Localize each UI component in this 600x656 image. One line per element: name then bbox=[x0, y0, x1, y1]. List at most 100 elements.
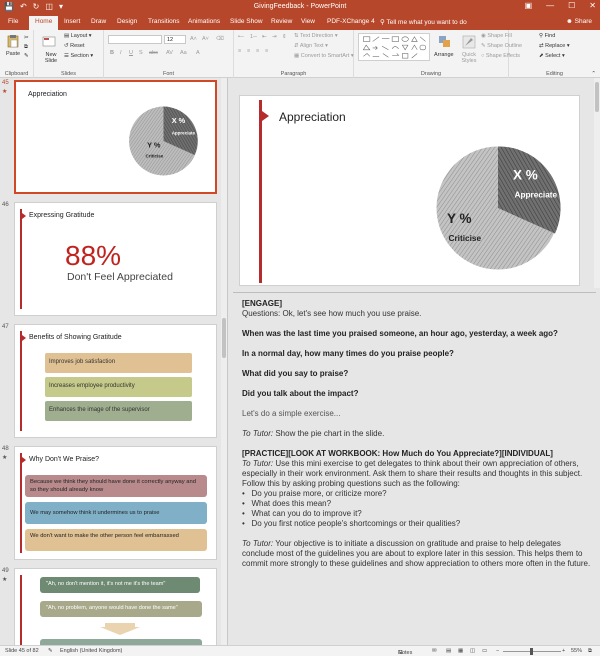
notes-bullet-text: Do you first notice people's shortcoming… bbox=[251, 519, 461, 528]
fit-to-window-icon[interactable]: ⧉ bbox=[588, 648, 592, 655]
align-text-button[interactable]: ⇵ Align Text ▾ bbox=[294, 43, 328, 49]
reading-view-icon[interactable]: ◫ bbox=[470, 648, 475, 654]
slide-title[interactable]: Appreciation bbox=[279, 110, 346, 124]
speaker-notes[interactable]: [ENGAGE] Questions: Ok, let's see how mu… bbox=[242, 299, 592, 639]
slide-thumbnail-47[interactable]: Benefits of Showing Gratitude Improves j… bbox=[14, 324, 217, 438]
tab-file[interactable]: File bbox=[8, 18, 18, 25]
shapes-gallery[interactable] bbox=[358, 33, 430, 61]
zoom-in-button[interactable]: + bbox=[562, 648, 565, 654]
tab-pdf-xchange[interactable]: PDF-XChange 4 bbox=[327, 18, 375, 25]
comments-icon[interactable]: ✉ bbox=[432, 648, 437, 654]
tab-draw[interactable]: Draw bbox=[91, 18, 106, 25]
thumbnail-scrollbar-thumb[interactable] bbox=[222, 318, 226, 358]
tab-home[interactable]: Home bbox=[29, 16, 59, 30]
align-center-icon[interactable]: ≡ bbox=[247, 48, 250, 54]
replace-button[interactable]: ⇄ Replace ▾ bbox=[539, 43, 570, 49]
shadow-icon[interactable]: S bbox=[139, 50, 143, 56]
red-accent-bar bbox=[259, 100, 262, 283]
quick-styles-icon[interactable] bbox=[462, 35, 476, 49]
underline-icon[interactable]: U bbox=[129, 50, 133, 56]
change-case-icon[interactable]: Aa bbox=[180, 50, 187, 56]
arrange-icon[interactable] bbox=[438, 35, 452, 49]
format-painter-icon[interactable]: ✎ bbox=[24, 53, 29, 59]
editing-group-label: Editing bbox=[546, 71, 563, 77]
paste-button[interactable]: Paste bbox=[6, 51, 20, 57]
decrease-indent-icon[interactable]: ⇤ bbox=[262, 34, 267, 40]
bullets-icon[interactable]: •─ bbox=[238, 34, 244, 40]
share-button[interactable]: ☻ Share bbox=[566, 18, 592, 25]
slide-thumbnail-45[interactable]: Appreciation X % Appreciate Y % Criticis… bbox=[14, 80, 217, 194]
new-slide-button[interactable]: New Slide bbox=[40, 52, 62, 64]
align-left-icon[interactable]: ≡ bbox=[238, 48, 241, 54]
layout-button[interactable]: ▤ Layout ▾ bbox=[64, 33, 92, 39]
convert-smartart-button[interactable]: ▦ Convert to SmartArt ▾ bbox=[294, 53, 354, 59]
tab-transitions[interactable]: Transitions bbox=[148, 18, 180, 25]
pie-y-label: Y % bbox=[447, 211, 472, 226]
quick-styles-button[interactable]: Quick Styles bbox=[460, 52, 478, 64]
pie-chart[interactable]: X % Appreciate Y % Criticise bbox=[426, 130, 576, 280]
slide-scrollbar[interactable] bbox=[594, 78, 600, 288]
close-button[interactable]: ✕ bbox=[589, 1, 596, 10]
new-slide-icon[interactable] bbox=[42, 35, 56, 49]
clear-formatting-icon[interactable]: ⌫ bbox=[216, 36, 224, 42]
tab-view[interactable]: View bbox=[301, 18, 315, 25]
notes-pane-divider[interactable] bbox=[233, 292, 596, 295]
slide-canvas[interactable]: Appreciation X % Appreciate Y % Criticis… bbox=[239, 95, 580, 286]
slideshow-view-icon[interactable]: ▭ bbox=[482, 648, 487, 654]
slide-thumbnail-panel[interactable]: 45 ★ Appreciation X % Appreciate Y % Cri… bbox=[0, 78, 228, 645]
tab-design[interactable]: Design bbox=[117, 18, 137, 25]
zoom-out-button[interactable]: − bbox=[496, 648, 499, 654]
copy-icon[interactable]: ⧉ bbox=[24, 44, 28, 51]
char-spacing-icon[interactable]: AV bbox=[166, 50, 173, 56]
font-size-dropdown[interactable]: 12 bbox=[164, 35, 186, 44]
slide-thumbnail-48[interactable]: Why Don't We Praise? Because we think th… bbox=[14, 446, 217, 560]
shape-fill-button[interactable]: ◉ Shape Fill bbox=[481, 33, 512, 39]
language-indicator[interactable]: English (United Kingdom) bbox=[60, 648, 122, 654]
ribbon-display-options-icon[interactable]: ▣ bbox=[525, 1, 533, 10]
tab-insert[interactable]: Insert bbox=[64, 18, 80, 25]
red-accent-bar bbox=[20, 575, 22, 645]
tab-review[interactable]: Review bbox=[271, 18, 292, 25]
font-size-value: 12 bbox=[167, 37, 174, 43]
align-right-icon[interactable]: ≡ bbox=[256, 48, 259, 54]
slide-thumbnail-46[interactable]: Expressing Gratitude 88% Don't Feel Appr… bbox=[14, 202, 217, 316]
text-direction-button[interactable]: ⇅ Text Direction ▾ bbox=[294, 33, 338, 39]
arrange-button[interactable]: Arrange bbox=[434, 52, 454, 58]
paste-icon[interactable] bbox=[6, 34, 20, 48]
minimize-button[interactable]: — bbox=[546, 1, 554, 10]
tab-slide-show[interactable]: Slide Show bbox=[230, 18, 263, 25]
reset-icon: ↺ bbox=[64, 43, 69, 49]
slide-sorter-icon[interactable]: ▦ bbox=[458, 648, 463, 654]
thumbnail-scrollbar[interactable] bbox=[221, 78, 227, 645]
font-name-dropdown[interactable] bbox=[108, 35, 162, 44]
collapse-ribbon-icon[interactable]: ⌃ bbox=[591, 71, 596, 77]
zoom-slider-thumb[interactable] bbox=[530, 648, 533, 655]
cut-icon[interactable]: ✂ bbox=[24, 35, 29, 41]
normal-view-icon[interactable]: ▤ bbox=[446, 648, 451, 654]
slide-scrollbar-thumb[interactable] bbox=[595, 82, 599, 112]
line-spacing-icon[interactable]: ⇕ bbox=[282, 34, 287, 40]
numbering-icon[interactable]: 1─ bbox=[250, 34, 257, 40]
select-button[interactable]: ⬈ Select ▾ bbox=[539, 53, 565, 59]
increase-font-icon[interactable]: A˄ bbox=[190, 36, 197, 42]
font-color-icon[interactable]: A bbox=[196, 50, 200, 56]
justify-icon[interactable]: ≡ bbox=[265, 48, 268, 54]
tab-animations[interactable]: Animations bbox=[188, 18, 220, 25]
status-bar: Slide 45 of 82 ✎ English (United Kingdom… bbox=[0, 645, 600, 656]
big-statistic: 88% bbox=[65, 240, 122, 271]
reset-button[interactable]: ↺ Reset bbox=[64, 43, 85, 49]
decrease-font-icon[interactable]: A˅ bbox=[202, 36, 209, 42]
pie-chart: X % Appreciate Y % Criticise bbox=[129, 106, 198, 176]
smartart-icon: ▦ bbox=[294, 53, 300, 59]
italic-icon[interactable]: I bbox=[120, 50, 122, 56]
zoom-level[interactable]: 55% bbox=[571, 648, 582, 654]
spell-check-icon[interactable]: ✎ bbox=[48, 648, 53, 654]
bold-icon[interactable]: B bbox=[110, 50, 114, 56]
section-button[interactable]: ☰ Section ▾ bbox=[64, 53, 93, 59]
increase-indent-icon[interactable]: ⇥ bbox=[272, 34, 277, 40]
tell-me-box[interactable]: ⚲ Tell me what you want to do bbox=[380, 18, 467, 26]
strikethrough-icon[interactable]: abc bbox=[149, 50, 158, 56]
maximize-button[interactable]: ☐ bbox=[568, 1, 575, 10]
slide-thumbnail-49[interactable]: "Ah, no don't mention it, it's not me it… bbox=[14, 568, 217, 645]
find-button[interactable]: ⚲ Find bbox=[539, 33, 555, 39]
